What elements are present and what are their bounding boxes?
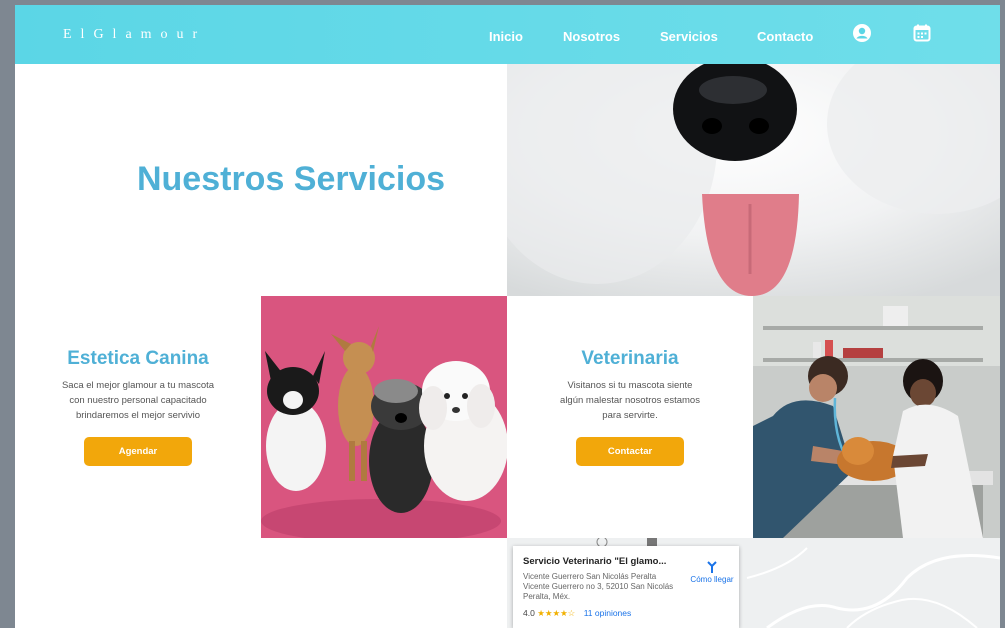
directions-icon xyxy=(707,561,717,573)
hero-section: Nuestros Servicios xyxy=(15,64,507,296)
nav-inicio[interactable]: Inicio xyxy=(489,29,523,44)
page-title: Nuestros Servicios xyxy=(136,160,446,198)
small-dogs-photo xyxy=(261,296,507,538)
rating-value: 4.0 xyxy=(523,608,535,618)
star-rating-icon: ★★★★☆ xyxy=(537,608,576,618)
navbar: ElGlamour Inicio Nosotros Servicios Cont… xyxy=(15,5,1000,64)
vet-exam-photo xyxy=(753,296,1000,538)
service-card-veterinaria: Veterinaria Visitanos si tu mascota sien… xyxy=(507,296,753,538)
directions-label: Cómo llegar xyxy=(690,575,734,584)
reviews-link[interactable]: 11 opiniones xyxy=(584,608,632,618)
agendar-button[interactable]: Agendar xyxy=(84,437,192,466)
map-address: Vicente Guerrero San Nicolás Peralta Vic… xyxy=(523,572,674,601)
page-frame: ElGlamour Inicio Nosotros Servicios Cont… xyxy=(15,5,1000,628)
service-title-estetica: Estetica Canina xyxy=(67,348,209,369)
nav-servicios[interactable]: Servicios xyxy=(660,29,718,44)
map-info-card: Servicio Veterinario "El glamo... Vicent… xyxy=(513,546,739,628)
calendar-icon[interactable] xyxy=(912,23,932,43)
service-description-estetica: Saca el mejor glamour a tu mascota con n… xyxy=(61,380,215,421)
service-card-estetica: Estetica Canina Saca el mejor glamour a … xyxy=(15,296,261,538)
dog-nose-photo xyxy=(507,64,1000,296)
brand-logo[interactable]: ElGlamour xyxy=(63,27,206,43)
nav-nosotros[interactable]: Nosotros xyxy=(563,29,620,44)
map-embed[interactable]: Servicio Veterinario "El glamo... Vicent… xyxy=(507,538,1000,628)
user-icon[interactable] xyxy=(852,23,872,43)
nav-contacto[interactable]: Contacto xyxy=(757,29,813,44)
map-rating: 4.0 ★★★★☆ 11 opiniones xyxy=(523,608,631,619)
service-title-veterinaria: Veterinaria xyxy=(581,348,679,369)
service-description-veterinaria: Visitanos si tu mascota siente algún mal… xyxy=(560,380,700,421)
directions-button[interactable]: Cómo llegar xyxy=(687,560,737,584)
contactar-button[interactable]: Contactar xyxy=(576,437,684,466)
map-place-name[interactable]: Servicio Veterinario "El glamo... xyxy=(523,556,683,567)
